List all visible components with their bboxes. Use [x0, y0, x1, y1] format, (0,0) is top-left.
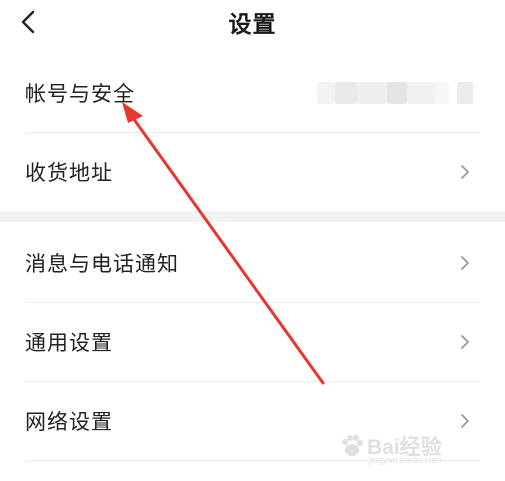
settings-item-label: 帐号与安全 — [25, 82, 135, 106]
settings-item-label: 通用设置 — [25, 331, 113, 355]
settings-item-general[interactable]: 通用设置 — [0, 303, 505, 381]
watermark-subtext: jingyan.baidu.com — [369, 455, 442, 465]
chevron-right-icon — [461, 165, 469, 179]
chevron-right-icon — [461, 414, 469, 428]
masked-account-value — [317, 82, 477, 104]
settings-item-label: 消息与电话通知 — [25, 252, 179, 276]
watermark-logo: Bai经验 jingyan.baidu.com — [339, 431, 479, 467]
settings-item-label: 网络设置 — [25, 410, 113, 434]
chevron-right-icon — [461, 335, 469, 349]
page-title: 设置 — [228, 12, 277, 38]
settings-page: 设置 帐号与安全 收货地址 消息与电话通知 通用设置 网络设置 Bai经验 ji… — [0, 0, 505, 481]
top-nav-bar: 设置 — [0, 0, 505, 48]
settings-item-account-security[interactable]: 帐号与安全 — [0, 54, 505, 132]
settings-item-label: 收货地址 — [25, 161, 113, 185]
settings-item-notifications[interactable]: 消息与电话通知 — [0, 224, 505, 302]
chevron-right-icon — [461, 256, 469, 270]
settings-item-shipping-address[interactable]: 收货地址 — [0, 133, 505, 211]
section-separator — [0, 211, 505, 222]
